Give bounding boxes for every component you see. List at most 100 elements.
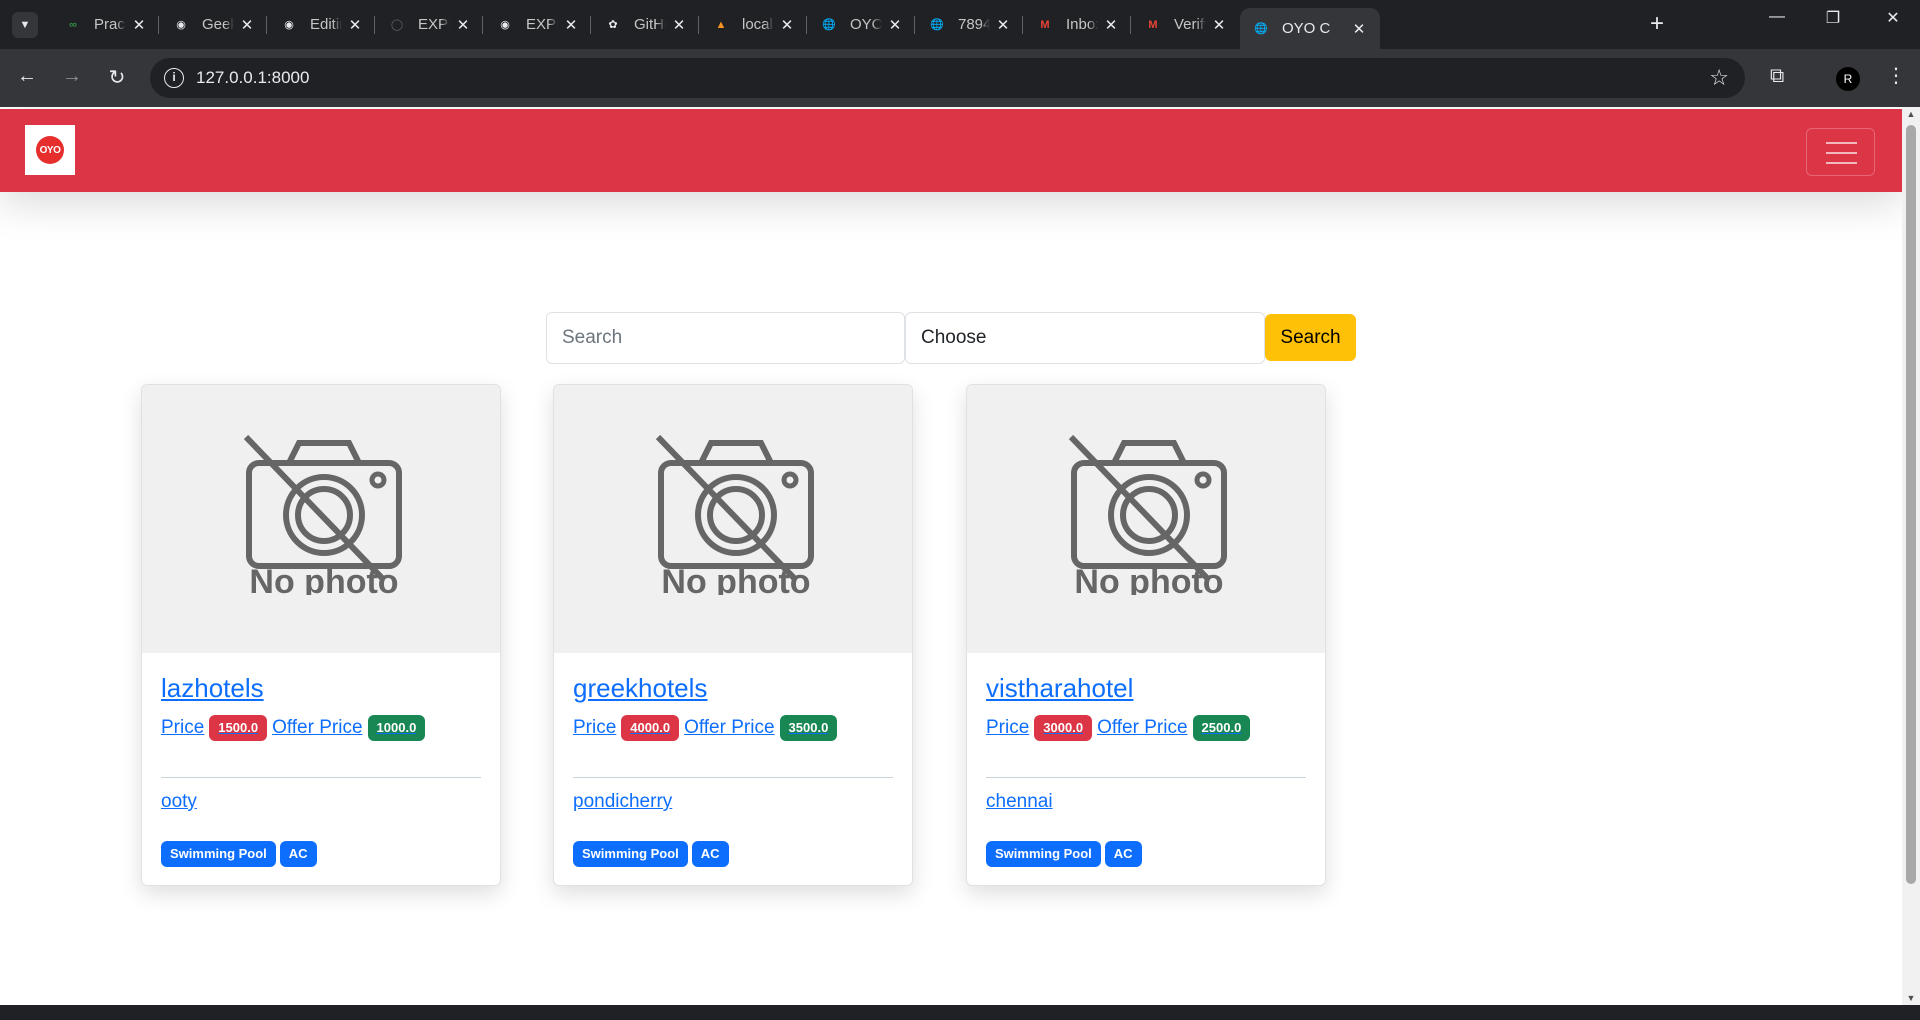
tab-title: OYO C bbox=[1282, 20, 1331, 37]
offer-price-badge: 1000.0 bbox=[367, 715, 426, 741]
no-photo-camera-icon: No photo bbox=[655, 435, 814, 595]
offer-price-label: Offer Price bbox=[1097, 717, 1188, 738]
tab-close-icon[interactable]: ✕ bbox=[1102, 16, 1120, 34]
oyo-logo[interactable]: OYO bbox=[25, 125, 75, 175]
tab-close-icon[interactable]: ✕ bbox=[346, 16, 364, 34]
browser-menu-icon[interactable]: ⋮ bbox=[1886, 63, 1906, 88]
chatgpt-icon: ✿ bbox=[608, 19, 618, 31]
tab-separator bbox=[914, 16, 915, 34]
price-badge: 1500.0 bbox=[209, 715, 268, 741]
url-text[interactable]: 127.0.0.1:8000 bbox=[196, 68, 309, 88]
hamburger-icon-line bbox=[1826, 152, 1857, 154]
back-icon[interactable]: ← bbox=[14, 65, 40, 88]
site-info-icon[interactable]: i bbox=[164, 68, 184, 88]
browser-tab[interactable]: ∞ Practice ✕ bbox=[52, 8, 160, 41]
tab-title: Practice bbox=[94, 16, 126, 33]
tab-search-dropdown-icon[interactable]: ▼ bbox=[12, 12, 38, 38]
tab-close-icon[interactable]: ✕ bbox=[994, 16, 1012, 34]
gmail-icon: M bbox=[1148, 18, 1158, 31]
browser-tab[interactable]: ▲ localhost ✕ bbox=[700, 8, 808, 41]
new-tab-button[interactable]: + bbox=[1650, 11, 1664, 37]
no-photo-text: No photo bbox=[661, 563, 810, 595]
location-select[interactable]: Choose bbox=[905, 312, 1265, 364]
forward-icon[interactable]: → bbox=[59, 65, 85, 88]
tab-title: EXPENSE bbox=[526, 16, 558, 33]
browser-tab[interactable]: 🌐 OYO C ✕ bbox=[1240, 8, 1380, 49]
close-window-icon[interactable]: ✕ bbox=[1873, 8, 1913, 28]
card-divider bbox=[986, 777, 1306, 778]
tab-close-icon[interactable]: ✕ bbox=[1350, 20, 1368, 38]
browser-tab[interactable]: 🌐 OYO C ✕ bbox=[808, 8, 916, 41]
price-row[interactable]: Price 1500.0 Offer Price 1000.0 bbox=[161, 715, 426, 741]
xampp-icon: ▲ bbox=[715, 18, 727, 31]
tab-close-icon[interactable]: ✕ bbox=[778, 16, 796, 34]
reload-icon[interactable]: ↻ bbox=[104, 65, 130, 90]
browser-tab[interactable]: ◯ EXPENSE ✕ bbox=[376, 8, 484, 41]
globe-icon: 🌐 bbox=[822, 19, 836, 31]
tab-title: OYO C bbox=[850, 16, 882, 33]
tab-title: Editing bbox=[310, 16, 342, 33]
bottom-strip bbox=[0, 1005, 1920, 1020]
scroll-down-arrow-icon[interactable]: ▼ bbox=[1905, 993, 1917, 1003]
no-photo-image: No photo bbox=[142, 385, 500, 653]
search-input[interactable]: Search bbox=[546, 312, 905, 364]
browser-tab[interactable]: ◉ Editing ✕ bbox=[268, 8, 376, 41]
hotel-name-link[interactable]: lazhotels bbox=[161, 673, 264, 704]
tab-close-icon[interactable]: ✕ bbox=[130, 16, 148, 34]
browser-tab[interactable]: M Inbox ✕ bbox=[1024, 8, 1132, 41]
hotel-card: No photo greekhotels Price 4000.0 Offer … bbox=[553, 384, 913, 886]
search-button[interactable]: Search bbox=[1265, 314, 1356, 361]
browser-tab[interactable]: ◉ GeeksforGeeks ✕ bbox=[160, 8, 268, 41]
hotel-card: No photo vistharahotel Price 3000.0 Offe… bbox=[966, 384, 1326, 886]
price-row[interactable]: Price 4000.0 Offer Price 3500.0 bbox=[573, 715, 838, 741]
minimize-icon[interactable]: — bbox=[1757, 8, 1797, 26]
tab-close-icon[interactable]: ✕ bbox=[238, 16, 256, 34]
github-icon: ◉ bbox=[284, 19, 294, 31]
amenity-badge[interactable]: Swimming Pool bbox=[161, 841, 276, 867]
extensions-icon[interactable]: ⧉ bbox=[1770, 65, 1784, 88]
tab-close-icon[interactable]: ✕ bbox=[1210, 16, 1228, 34]
price-row[interactable]: Price 3000.0 Offer Price 2500.0 bbox=[986, 715, 1251, 741]
site-navbar: OYO bbox=[0, 109, 1902, 192]
hamburger-icon bbox=[1826, 142, 1857, 144]
restore-icon[interactable]: ❐ bbox=[1813, 8, 1853, 28]
offer-price-label: Offer Price bbox=[272, 717, 363, 738]
amenity-badge[interactable]: Swimming Pool bbox=[986, 841, 1101, 867]
tab-close-icon[interactable]: ✕ bbox=[670, 16, 688, 34]
amenity-badge[interactable]: Swimming Pool bbox=[573, 841, 688, 867]
card-divider bbox=[573, 777, 893, 778]
amenity-badge[interactable]: AC bbox=[279, 841, 317, 867]
bookmark-star-icon[interactable]: ☆ bbox=[1709, 65, 1729, 91]
hotel-location-link[interactable]: pondicherry bbox=[573, 791, 672, 813]
browser-tab[interactable]: M Verify ✕ bbox=[1132, 8, 1240, 41]
browser-tab[interactable]: ✿ GitHub ✕ bbox=[592, 8, 700, 41]
scrollbar-thumb[interactable] bbox=[1906, 125, 1916, 884]
address-bar[interactable]: i 127.0.0.1:8000 ☆ bbox=[150, 58, 1745, 98]
navbar-toggler-button[interactable] bbox=[1806, 128, 1875, 176]
tab-close-icon[interactable]: ✕ bbox=[562, 16, 580, 34]
loading-icon: ◯ bbox=[390, 19, 404, 31]
hotel-location-link[interactable]: chennai bbox=[986, 791, 1053, 813]
hotel-name-link[interactable]: greekhotels bbox=[573, 673, 707, 704]
no-photo-text: No photo bbox=[249, 563, 398, 595]
browser-tab[interactable]: 🌐 78945 ✕ bbox=[916, 8, 1024, 41]
hotel-name-link[interactable]: vistharahotel bbox=[986, 673, 1133, 704]
page-scrollbar[interactable]: ▲ ▼ bbox=[1902, 107, 1920, 1005]
tab-separator bbox=[698, 16, 699, 34]
price-label: Price bbox=[986, 717, 1030, 738]
no-photo-camera-icon: No photo bbox=[1068, 435, 1227, 595]
hotel-location-link[interactable]: ooty bbox=[161, 791, 197, 813]
scroll-up-arrow-icon[interactable]: ▲ bbox=[1905, 109, 1917, 119]
select-value: Choose bbox=[921, 327, 987, 348]
github-icon: ◉ bbox=[176, 19, 186, 31]
amenity-badge[interactable]: AC bbox=[1104, 841, 1142, 867]
browser-tab[interactable]: ◉ EXPENSE ✕ bbox=[484, 8, 592, 41]
tab-close-icon[interactable]: ✕ bbox=[454, 16, 472, 34]
profile-avatar[interactable]: R bbox=[1836, 67, 1860, 91]
card-divider bbox=[161, 777, 481, 778]
oyo-logo-mark: OYO bbox=[36, 136, 64, 164]
tab-close-icon[interactable]: ✕ bbox=[886, 16, 904, 34]
amenity-badge[interactable]: AC bbox=[691, 841, 729, 867]
hamburger-icon-line bbox=[1826, 162, 1857, 164]
price-badge: 3000.0 bbox=[1034, 715, 1093, 741]
